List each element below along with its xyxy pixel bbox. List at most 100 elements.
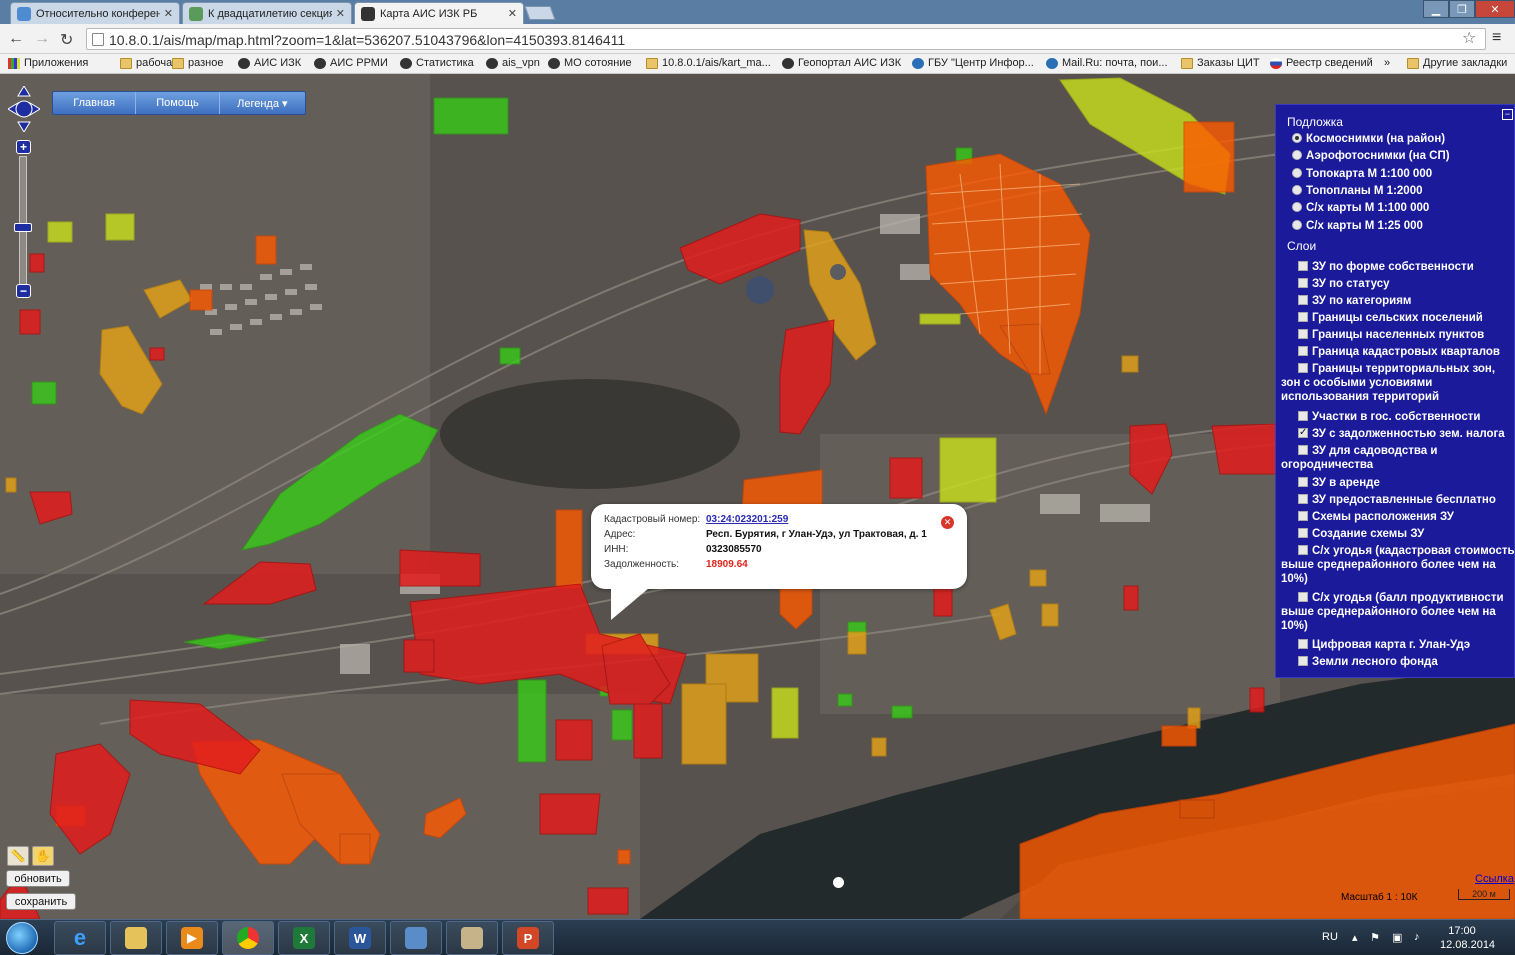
system-clock[interactable]: 17:00 12.08.2014 xyxy=(1440,924,1495,952)
bookmark-item[interactable]: МО сотояние xyxy=(548,57,632,69)
bookmark-item[interactable]: Реестр сведений xyxy=(1270,57,1373,69)
new-tab-button[interactable] xyxy=(524,6,556,20)
flag-icon[interactable]: ⚑ xyxy=(1370,931,1380,944)
base-layer-option[interactable]: Топопланы М 1:2000 xyxy=(1292,184,1423,197)
address-bar[interactable]: 10.8.0.1/ais/map/map.html?zoom=1&lat=536… xyxy=(86,28,1486,50)
radio-icon[interactable] xyxy=(1292,150,1302,161)
layer-option[interactable]: ЗУ по категориям xyxy=(1281,294,1514,308)
bookmark-item[interactable]: Заказы ЦИТ xyxy=(1181,57,1260,69)
bookmark-item[interactable]: » xyxy=(1384,57,1390,69)
layer-option[interactable]: Земли лесного фонда xyxy=(1281,655,1514,669)
refresh-button[interactable]: обновить xyxy=(6,870,70,887)
radio-icon[interactable] xyxy=(1292,133,1302,143)
bookmark-item[interactable]: Геопортал АИС ИЗК xyxy=(782,57,901,69)
base-layer-option[interactable]: Аэрофотоснимки (на СП) xyxy=(1292,150,1450,162)
popup-close-icon[interactable]: ✕ xyxy=(941,516,954,529)
base-layer-option[interactable]: С/х карты М 1:100 000 xyxy=(1292,202,1429,214)
tab-conference[interactable]: Относительно конферен ✕ xyxy=(10,2,180,24)
tray-expand-icon[interactable]: ▴ xyxy=(1352,931,1358,944)
layer-option[interactable]: Границы территориальных зон, зон с особы… xyxy=(1281,362,1514,404)
checkbox-icon[interactable] xyxy=(1298,656,1308,666)
cad-number-link[interactable]: 03:24:023201:259 xyxy=(706,514,788,525)
bookmark-item[interactable]: разное xyxy=(172,57,223,69)
bookmark-item[interactable]: Статистика xyxy=(400,57,474,69)
checkbox-icon[interactable] xyxy=(1298,445,1308,455)
start-button[interactable] xyxy=(6,922,38,954)
checkbox-icon[interactable] xyxy=(1298,295,1308,305)
radio-icon[interactable] xyxy=(1292,167,1302,178)
minimize-button[interactable]: ▁ xyxy=(1423,0,1449,18)
window-close-button[interactable]: ✕ xyxy=(1475,0,1515,18)
ruler-tool-icon[interactable]: 📏 xyxy=(7,846,29,866)
radio-icon[interactable] xyxy=(1292,219,1302,230)
checkbox-icon[interactable] xyxy=(1298,528,1308,538)
bookmark-item[interactable]: Приложения xyxy=(8,57,88,69)
taskbar-ie[interactable]: e xyxy=(54,921,106,955)
checkbox-icon[interactable] xyxy=(1298,329,1308,339)
pan-control[interactable] xyxy=(8,86,40,132)
bookmark-item[interactable]: АИС ИЗК xyxy=(238,57,301,69)
bookmark-star-icon[interactable]: ☆ xyxy=(1462,28,1476,48)
zoom-slider-handle[interactable] xyxy=(14,223,32,232)
base-layer-option[interactable]: С/х карты М 1:25 000 xyxy=(1292,219,1423,232)
layer-option[interactable]: Граница кадастровых кварталов xyxy=(1281,345,1514,359)
close-icon[interactable]: ✕ xyxy=(336,7,345,20)
url-text[interactable]: 10.8.0.1/ais/map/map.html?zoom=1&lat=536… xyxy=(109,32,625,48)
base-layer-option[interactable]: Космоснимки (на район) xyxy=(1292,133,1445,145)
tab-map-ais[interactable]: Карта АИС ИЗК РБ ✕ xyxy=(354,2,524,24)
layer-option[interactable]: ЗУ с задолженностью зем. налога xyxy=(1281,426,1514,441)
reload-icon[interactable]: ↻ xyxy=(60,30,73,50)
network-icon[interactable]: ▣ xyxy=(1392,931,1402,944)
permalink[interactable]: Ссылка xyxy=(1475,873,1514,885)
language-indicator[interactable]: RU xyxy=(1322,931,1338,943)
layer-option[interactable]: С/х угодья (кадастровая стоимость выше с… xyxy=(1281,544,1514,586)
back-icon[interactable]: ← xyxy=(8,30,24,48)
layer-option[interactable]: Создание схемы ЗУ xyxy=(1281,527,1514,541)
tab-section[interactable]: К двадцатилетию секция ✕ xyxy=(182,2,352,24)
checkbox-icon[interactable] xyxy=(1298,411,1308,421)
taskbar-explorer[interactable] xyxy=(110,921,162,955)
checkbox-icon[interactable] xyxy=(1298,477,1308,487)
taskbar-excel[interactable]: X xyxy=(278,921,330,955)
checkbox-icon[interactable] xyxy=(1298,639,1308,649)
checkbox-icon[interactable] xyxy=(1298,426,1308,440)
layer-option[interactable]: Границы населенных пунктов xyxy=(1281,328,1514,342)
map-marker[interactable] xyxy=(833,877,844,888)
checkbox-icon[interactable] xyxy=(1298,592,1308,602)
layer-option[interactable]: ЗУ предоставленные бесплатно xyxy=(1281,493,1514,507)
hand-tool-icon[interactable]: ✋ xyxy=(32,846,54,866)
layer-option[interactable]: ЗУ по форме собственности xyxy=(1281,260,1514,274)
base-layer-option[interactable]: Топокарта М 1:100 000 xyxy=(1292,167,1432,180)
chrome-menu-icon[interactable]: ≡ xyxy=(1492,29,1501,47)
checkbox-icon[interactable] xyxy=(1298,545,1308,555)
checkbox-icon[interactable] xyxy=(1298,261,1308,271)
taskbar-media[interactable]: ▶ xyxy=(166,921,218,955)
checkbox-icon[interactable] xyxy=(1298,363,1308,373)
layer-option[interactable]: ЗУ по статусу xyxy=(1281,277,1514,291)
bookmark-item[interactable]: ГБУ "Центр Инфор... xyxy=(912,57,1034,69)
map-canvas[interactable]: + − Главная Помощь Легенда ▾ − Подложка … xyxy=(0,74,1515,919)
layer-option[interactable]: ЗУ в аренде xyxy=(1281,476,1514,490)
taskbar-photos[interactable] xyxy=(390,921,442,955)
layer-option[interactable]: Участки в гос. собственности xyxy=(1281,410,1514,424)
taskbar-chrome[interactable] xyxy=(222,921,274,955)
layer-option[interactable]: Схемы расположения ЗУ xyxy=(1281,510,1514,524)
layer-option[interactable]: ЗУ для садоводства и огородничества xyxy=(1281,444,1514,472)
collapse-panel-button[interactable]: − xyxy=(1502,109,1513,120)
layer-option[interactable]: С/х угодья (балл продуктивности выше сре… xyxy=(1281,591,1514,633)
zoom-slider[interactable] xyxy=(19,156,27,288)
zoom-in-button[interactable]: + xyxy=(16,140,31,154)
taskbar-paint[interactable] xyxy=(446,921,498,955)
checkbox-icon[interactable] xyxy=(1298,346,1308,356)
menu-home[interactable]: Главная xyxy=(53,92,137,114)
layer-option[interactable]: Границы сельских поселений xyxy=(1281,311,1514,325)
bookmark-item[interactable]: рабочая xyxy=(120,57,178,69)
radio-icon[interactable] xyxy=(1292,184,1302,195)
bookmark-item[interactable]: ais_vpn xyxy=(486,57,540,69)
menu-help[interactable]: Помощь xyxy=(136,92,220,114)
checkbox-icon[interactable] xyxy=(1298,511,1308,521)
layer-option[interactable]: Цифровая карта г. Улан-Удэ xyxy=(1281,638,1514,652)
save-button[interactable]: сохранить xyxy=(6,893,76,910)
bookmark-item[interactable]: Другие закладки xyxy=(1407,57,1507,69)
radio-icon[interactable] xyxy=(1292,202,1302,213)
